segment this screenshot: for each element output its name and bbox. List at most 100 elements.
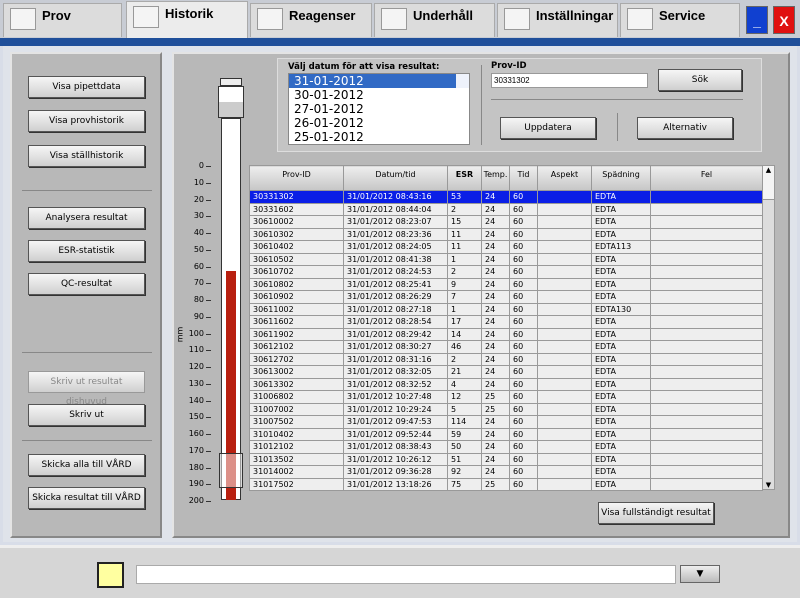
table-row[interactable]: 30612102 31/01/2012 08:30:27 46 24 60 EDTA <box>249 340 763 354</box>
table-cell: EDTA <box>591 202 651 216</box>
tab-inställningar[interactable]: Inställningar <box>497 3 618 37</box>
table-cell <box>650 427 763 441</box>
table-cell: 31/01/2012 08:24:53 <box>343 265 448 279</box>
scale-tick: 90 <box>193 311 204 321</box>
table-cell <box>537 190 592 204</box>
left-button-3[interactable]: Analysera resultat <box>28 207 145 229</box>
scale-tick: 110 <box>188 345 204 355</box>
table-cell: 60 <box>509 427 538 441</box>
table-row[interactable]: 30610402 31/01/2012 08:24:05 11 24 60 EDTA113 <box>249 240 763 254</box>
table-cell: 60 <box>509 377 538 391</box>
close-button[interactable]: X <box>773 6 795 34</box>
column-header[interactable]: ESR <box>447 165 482 191</box>
table-row[interactable]: 31007002 31/01/2012 10:29:24 5 25 60 EDTA <box>249 402 763 416</box>
table-row[interactable]: 30331302 31/01/2012 08:43:16 53 24 60 EDTA <box>249 190 763 204</box>
left-button-9[interactable]: Skicka resultat till VÅRD <box>28 487 145 509</box>
left-button-1[interactable]: Visa provhistorik <box>28 110 145 132</box>
date-option[interactable]: 25-01-2012 <box>289 130 469 144</box>
column-header[interactable]: Prov-ID <box>249 165 344 191</box>
tubes-icon <box>133 6 159 28</box>
options-button[interactable]: Alternativ <box>637 117 733 139</box>
date-option[interactable]: 30-01-2012 <box>289 88 469 102</box>
table-row[interactable]: 31014002 31/01/2012 09:36:28 92 24 60 EDTA <box>249 465 763 479</box>
scale-tick: 130 <box>188 378 204 388</box>
list-scrollbar[interactable] <box>456 74 469 88</box>
table-cell: EDTA130 <box>591 302 651 316</box>
table-row[interactable]: 30610502 31/01/2012 08:41:38 1 24 60 EDTA <box>249 252 763 266</box>
table-row[interactable]: 30613302 31/01/2012 08:32:52 4 24 60 EDTA <box>249 377 763 391</box>
table-cell: 31/01/2012 08:26:29 <box>343 290 448 304</box>
table-cell: 30610802 <box>249 277 344 291</box>
table-scrollbar[interactable]: ▲ ▼ <box>762 165 775 490</box>
table-cell: 60 <box>509 452 538 466</box>
table-cell <box>537 402 592 416</box>
table-cell: 31/01/2012 08:32:05 <box>343 365 448 379</box>
table-row[interactable]: 30610802 31/01/2012 08:25:41 9 24 60 EDTA <box>249 277 763 291</box>
table-row[interactable]: 31017502 31/01/2012 13:18:26 75 25 60 EDTA <box>249 477 763 491</box>
date-option[interactable]: 31-01-2012 <box>289 74 469 88</box>
table-cell <box>537 465 592 479</box>
scale-tick: 10 <box>193 177 204 187</box>
table-row[interactable]: 31007502 31/01/2012 09:47:53 114 24 60 EDTA <box>249 415 763 429</box>
table-row[interactable]: 30610902 31/01/2012 08:26:29 7 24 60 EDTA <box>249 290 763 304</box>
column-header[interactable]: Temp. <box>481 165 510 191</box>
column-header[interactable]: Aspekt <box>537 165 592 191</box>
table-cell <box>537 352 592 366</box>
table-cell: 15 <box>447 215 482 229</box>
date-list[interactable]: 31-01-2012 30-01-2012 27-01-2012 26-01-2012… <box>288 73 470 145</box>
table-cell: 11 <box>447 227 482 241</box>
table-cell: 31/01/2012 08:23:36 <box>343 227 448 241</box>
table-row[interactable]: 30611002 31/01/2012 08:27:18 1 24 60 EDTA130 <box>249 302 763 316</box>
left-button-4[interactable]: ESR-statistik <box>28 240 145 262</box>
full-result-button[interactable]: Visa fullständigt resultat <box>598 502 714 524</box>
table-cell <box>650 252 763 266</box>
tab-underhåll[interactable]: Underhåll <box>374 3 495 37</box>
table-row[interactable]: 30611902 31/01/2012 08:29:42 14 24 60 EDTA <box>249 327 763 341</box>
table-cell <box>650 265 763 279</box>
note-icon[interactable] <box>97 562 124 588</box>
table-row[interactable]: 30610002 31/01/2012 08:23:07 15 24 60 EDTA <box>249 215 763 229</box>
column-header[interactable]: Tid <box>509 165 538 191</box>
tab-prov[interactable]: Prov <box>3 3 122 37</box>
tab-service[interactable]: Service <box>620 3 740 37</box>
tab-historik[interactable]: Historik <box>126 1 248 39</box>
table-row[interactable]: 30612702 31/01/2012 08:31:16 2 24 60 EDTA <box>249 352 763 366</box>
dropdown-button[interactable]: ▼ <box>680 565 720 583</box>
tab-reagenser[interactable]: Reagenser <box>250 3 372 37</box>
table-cell: 30331602 <box>249 202 344 216</box>
search-button[interactable]: Sök <box>658 69 742 91</box>
column-header[interactable]: Datum/tid <box>343 165 448 191</box>
table-row[interactable]: 31006802 31/01/2012 10:27:48 12 25 60 EDTA <box>249 390 763 404</box>
left-button-6[interactable]: Skriv ut resultat dishuvud <box>28 371 145 407</box>
table-cell: 24 <box>481 290 510 304</box>
left-button-5[interactable]: QC-resultat <box>28 273 145 295</box>
table-row[interactable]: 30610302 31/01/2012 08:23:36 11 24 60 EDTA <box>249 227 763 241</box>
date-option[interactable]: 26-01-2012 <box>289 116 469 130</box>
prov-id-input[interactable] <box>491 73 648 88</box>
left-button-0[interactable]: Visa pipettdata <box>28 76 145 98</box>
left-button-7[interactable]: Skriv ut <box>28 404 145 426</box>
table-row[interactable]: 30611602 31/01/2012 08:28:54 17 24 60 EDTA <box>249 315 763 329</box>
table-cell: 60 <box>509 265 538 279</box>
table-row[interactable]: 31012102 31/01/2012 08:38:43 50 24 60 EDTA <box>249 440 763 454</box>
table-row[interactable]: 31010402 31/01/2012 09:52:44 59 24 60 EDTA <box>249 427 763 441</box>
date-option[interactable]: 27-01-2012 <box>289 102 469 116</box>
column-header[interactable]: Spädning <box>591 165 651 191</box>
table-cell <box>650 340 763 354</box>
column-header[interactable]: Fel <box>650 165 763 191</box>
table-row[interactable]: 30331602 31/01/2012 08:44:04 2 24 60 EDTA <box>249 202 763 216</box>
table-cell <box>537 215 592 229</box>
left-button-8[interactable]: Skicka alla till VÅRD <box>28 454 145 476</box>
table-cell: 60 <box>509 277 538 291</box>
table-cell: EDTA <box>591 227 651 241</box>
minimize-button[interactable]: _ <box>746 6 768 34</box>
left-button-2[interactable]: Visa ställhistorik <box>28 145 145 167</box>
table-row[interactable]: 30613002 31/01/2012 08:32:05 21 24 60 EDTA <box>249 365 763 379</box>
table-row[interactable]: 30610702 31/01/2012 08:24:53 2 24 60 EDTA <box>249 265 763 279</box>
settings-icon <box>504 8 530 30</box>
table-row[interactable]: 31013502 31/01/2012 10:26:12 51 24 60 EDTA <box>249 452 763 466</box>
maintenance-icon <box>381 8 407 30</box>
update-button[interactable]: Uppdatera <box>500 117 596 139</box>
table-cell: 24 <box>481 302 510 316</box>
scale-tick: 40 <box>193 228 204 237</box>
